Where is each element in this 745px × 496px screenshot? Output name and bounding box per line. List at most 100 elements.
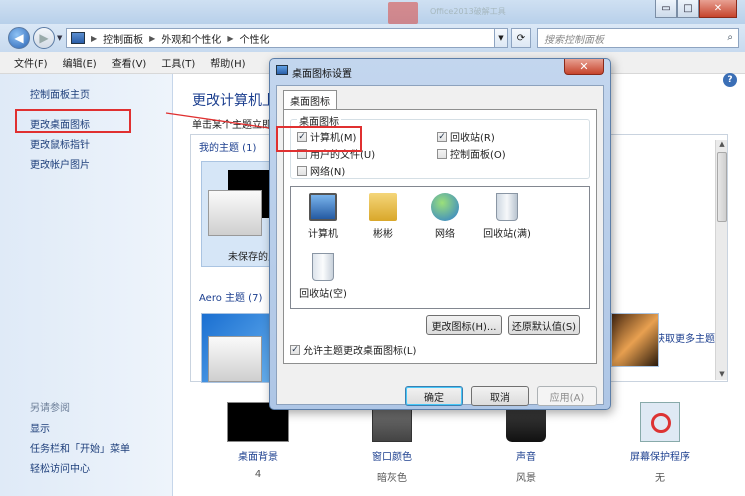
scroll-down-icon[interactable]: ▼ bbox=[716, 370, 728, 380]
address-bar[interactable]: ▶ 控制面板 ▶ 外观和个性化 ▶ 个性化 bbox=[66, 28, 508, 48]
checkbox-network-label: 网络(N) bbox=[310, 167, 346, 178]
annotation-highlight-box bbox=[276, 126, 362, 152]
icon-item-recycle-bin-empty-label: 回收站(空) bbox=[299, 289, 347, 300]
see-also-ease-of-access-link[interactable]: 轻松访问中心 bbox=[30, 460, 90, 475]
aero-theme-tile[interactable] bbox=[611, 313, 659, 367]
background-app-text: Office2013破解工具 bbox=[430, 7, 506, 16]
back-button[interactable]: ◀ bbox=[8, 27, 30, 49]
sounds-label: 声音 bbox=[516, 452, 536, 463]
icon-item-computer-label: 计算机 bbox=[308, 229, 338, 240]
close-button[interactable]: ✕ bbox=[699, 0, 737, 18]
change-icon-button[interactable]: 更改图标(H)... bbox=[426, 315, 502, 335]
address-dropdown-icon[interactable]: ▼ bbox=[494, 28, 508, 48]
recycle-bin-empty-icon bbox=[312, 253, 334, 281]
background-app-thumbnail bbox=[388, 2, 418, 24]
page-title: 更改计算机上 bbox=[192, 93, 276, 109]
minimize-button[interactable]: ▭ bbox=[655, 0, 677, 18]
cancel-button[interactable]: 取消 bbox=[471, 386, 529, 406]
checkbox-allow-themes-box[interactable]: ✓ bbox=[290, 344, 300, 355]
annotation-highlight-box bbox=[15, 109, 131, 133]
window-color-label: 窗口颜色 bbox=[372, 452, 412, 463]
search-placeholder: 搜索控制面板 bbox=[544, 34, 604, 46]
search-icon[interactable]: ⌕ bbox=[727, 32, 733, 43]
icon-item-recycle-bin-full-label: 回收站(满) bbox=[483, 229, 531, 240]
menu-file[interactable]: 文件(F) bbox=[14, 55, 48, 70]
page-subtitle: 单击某个主题立即 bbox=[192, 120, 272, 131]
checkbox-control-panel-box[interactable] bbox=[437, 148, 447, 159]
icon-item-network-label: 网络 bbox=[435, 229, 455, 240]
see-also-display-link[interactable]: 显示 bbox=[30, 420, 50, 435]
breadcrumb-appearance[interactable]: 外观和个性化 bbox=[161, 31, 221, 46]
menu-help[interactable]: 帮助(H) bbox=[210, 55, 245, 70]
aero-themes-header: Aero 主题 (7) bbox=[199, 293, 263, 304]
breadcrumb-separator-icon: ▶ bbox=[91, 33, 98, 43]
scrollbar-thumb[interactable] bbox=[717, 152, 727, 222]
icon-item-recycle-bin-empty[interactable]: 回收站(空) bbox=[295, 253, 351, 300]
apply-button[interactable]: 应用(A) bbox=[537, 386, 597, 406]
checkbox-recycle-bin[interactable]: ✓ 回收站(R) bbox=[437, 129, 495, 144]
sidebar-link-change-account-picture[interactable]: 更改帐户图片 bbox=[30, 156, 90, 171]
window-titlebar: Office2013破解工具 ▭ □ ✕ bbox=[0, 0, 745, 24]
dialog-body: 桌面图标 桌面图标 ✓ 计算机(M) ✓ 回收站(R) 用户的文件(U) 控制面… bbox=[276, 85, 604, 406]
sounds-value: 风景 bbox=[516, 473, 536, 484]
sidebar-link-change-mouse-pointer[interactable]: 更改鼠标指针 bbox=[30, 136, 90, 151]
see-also-title: 另请参阅 bbox=[30, 403, 70, 414]
tab-panel: 桌面图标 ✓ 计算机(M) ✓ 回收站(R) 用户的文件(U) 控制面板(O) bbox=[276, 109, 597, 364]
see-also-taskbar-link[interactable]: 任务栏和「开始」菜单 bbox=[30, 440, 130, 455]
scroll-up-icon[interactable]: ▲ bbox=[716, 140, 728, 150]
dialog-title: 桌面图标设置 bbox=[292, 69, 352, 80]
icon-item-computer[interactable]: 计算机 bbox=[295, 193, 351, 240]
sidebar-home-link[interactable]: 控制面板主页 bbox=[30, 86, 90, 101]
search-input[interactable]: 搜索控制面板 ⌕ bbox=[537, 28, 739, 48]
checkbox-network[interactable]: 网络(N) bbox=[297, 163, 345, 178]
checkbox-allow-themes-label: 允许主题更改桌面图标(L) bbox=[303, 346, 417, 357]
checkbox-recycle-bin-box[interactable]: ✓ bbox=[437, 131, 447, 142]
menu-tools[interactable]: 工具(T) bbox=[161, 55, 195, 70]
forward-button[interactable]: ▶ bbox=[33, 27, 55, 49]
theme-preview-window bbox=[208, 336, 262, 382]
menu-edit[interactable]: 编辑(E) bbox=[63, 55, 97, 70]
desktop-background-value: 4 bbox=[254, 469, 262, 480]
themes-scrollbar[interactable]: ▲ ▼ bbox=[715, 140, 727, 380]
desktop-icon-settings-dialog: 桌面图标设置 ✕ 桌面图标 桌面图标 ✓ 计算机(M) ✓ 回收站(R) 用户的… bbox=[269, 58, 611, 410]
checkbox-network-box[interactable] bbox=[297, 165, 307, 176]
icon-item-user-files-label: 彬彬 bbox=[373, 229, 393, 240]
desktop-icons-list[interactable]: 计算机 彬彬 网络 回收站(满) 回收站(空) bbox=[290, 186, 590, 309]
maximize-button[interactable]: □ bbox=[677, 0, 699, 18]
dialog-icon bbox=[276, 65, 288, 75]
sounds-setting[interactable]: 声音 风景 bbox=[486, 402, 566, 484]
checkbox-allow-themes[interactable]: ✓ 允许主题更改桌面图标(L) bbox=[290, 342, 416, 357]
dialog-close-button[interactable]: ✕ bbox=[564, 59, 604, 75]
breadcrumb-control-panel[interactable]: 控制面板 bbox=[103, 31, 143, 46]
tab-desktop-icons[interactable]: 桌面图标 bbox=[283, 90, 337, 110]
help-icon[interactable]: ? bbox=[723, 73, 737, 87]
screen-saver-label: 屏幕保护程序 bbox=[630, 452, 690, 463]
user-folder-icon bbox=[369, 193, 397, 221]
recycle-bin-full-icon bbox=[496, 193, 518, 221]
network-globe-icon bbox=[431, 193, 459, 221]
icon-item-network[interactable]: 网络 bbox=[417, 193, 473, 240]
window-color-setting[interactable]: 窗口颜色 暗灰色 bbox=[352, 402, 432, 484]
ok-button[interactable]: 确定 bbox=[405, 386, 463, 406]
checkbox-control-panel-label: 控制面板(O) bbox=[450, 150, 506, 161]
menu-view[interactable]: 查看(V) bbox=[112, 55, 147, 70]
my-themes-header: 我的主题 (1) bbox=[199, 143, 257, 154]
window-color-value: 暗灰色 bbox=[377, 473, 407, 484]
breadcrumb-separator-icon: ▶ bbox=[227, 33, 234, 43]
control-panel-icon bbox=[71, 32, 85, 44]
desktop-background-label: 桌面背景 bbox=[238, 452, 278, 463]
theme-preview-window bbox=[208, 190, 262, 236]
screen-saver-value: 无 bbox=[655, 473, 665, 484]
history-dropdown-icon[interactable]: ▼ bbox=[57, 34, 62, 42]
breadcrumb-separator-icon: ▶ bbox=[149, 33, 156, 43]
checkbox-recycle-bin-label: 回收站(R) bbox=[450, 133, 495, 144]
breadcrumb-personalization[interactable]: 个性化 bbox=[239, 31, 269, 46]
icon-item-recycle-bin-full[interactable]: 回收站(满) bbox=[479, 193, 535, 240]
desktop-background-setting[interactable]: 桌面背景 4 bbox=[218, 402, 298, 480]
screen-saver-setting[interactable]: 屏幕保护程序 无 bbox=[620, 402, 700, 484]
computer-icon bbox=[309, 193, 337, 221]
restore-default-button[interactable]: 还原默认值(S) bbox=[508, 315, 580, 335]
checkbox-control-panel[interactable]: 控制面板(O) bbox=[437, 146, 506, 161]
icon-item-user-files[interactable]: 彬彬 bbox=[355, 193, 411, 240]
refresh-button[interactable]: ⟳ bbox=[511, 28, 531, 48]
